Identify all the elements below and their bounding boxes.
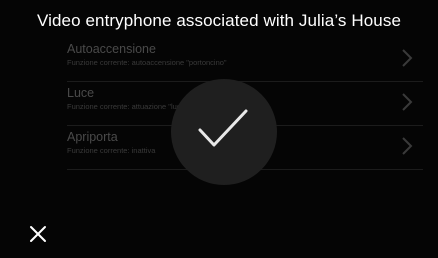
close-icon[interactable]	[28, 224, 48, 244]
checkmark-icon	[198, 109, 248, 147]
settings-item-autoaccensione[interactable]: Autoaccensione Funzione corrente: autoac…	[67, 38, 423, 82]
page-title: Video entryphone associated with Julia’s…	[36, 11, 402, 30]
chevron-right-icon	[402, 49, 413, 67]
entryphone-screen: Video entryphone associated with Julia’s…	[0, 0, 438, 258]
chevron-right-icon	[402, 93, 413, 111]
chevron-right-icon	[402, 137, 413, 155]
settings-item-title: Autoaccensione	[67, 42, 156, 56]
settings-item-subtitle: Funzione corrente: autoaccensione "porto…	[67, 58, 227, 67]
